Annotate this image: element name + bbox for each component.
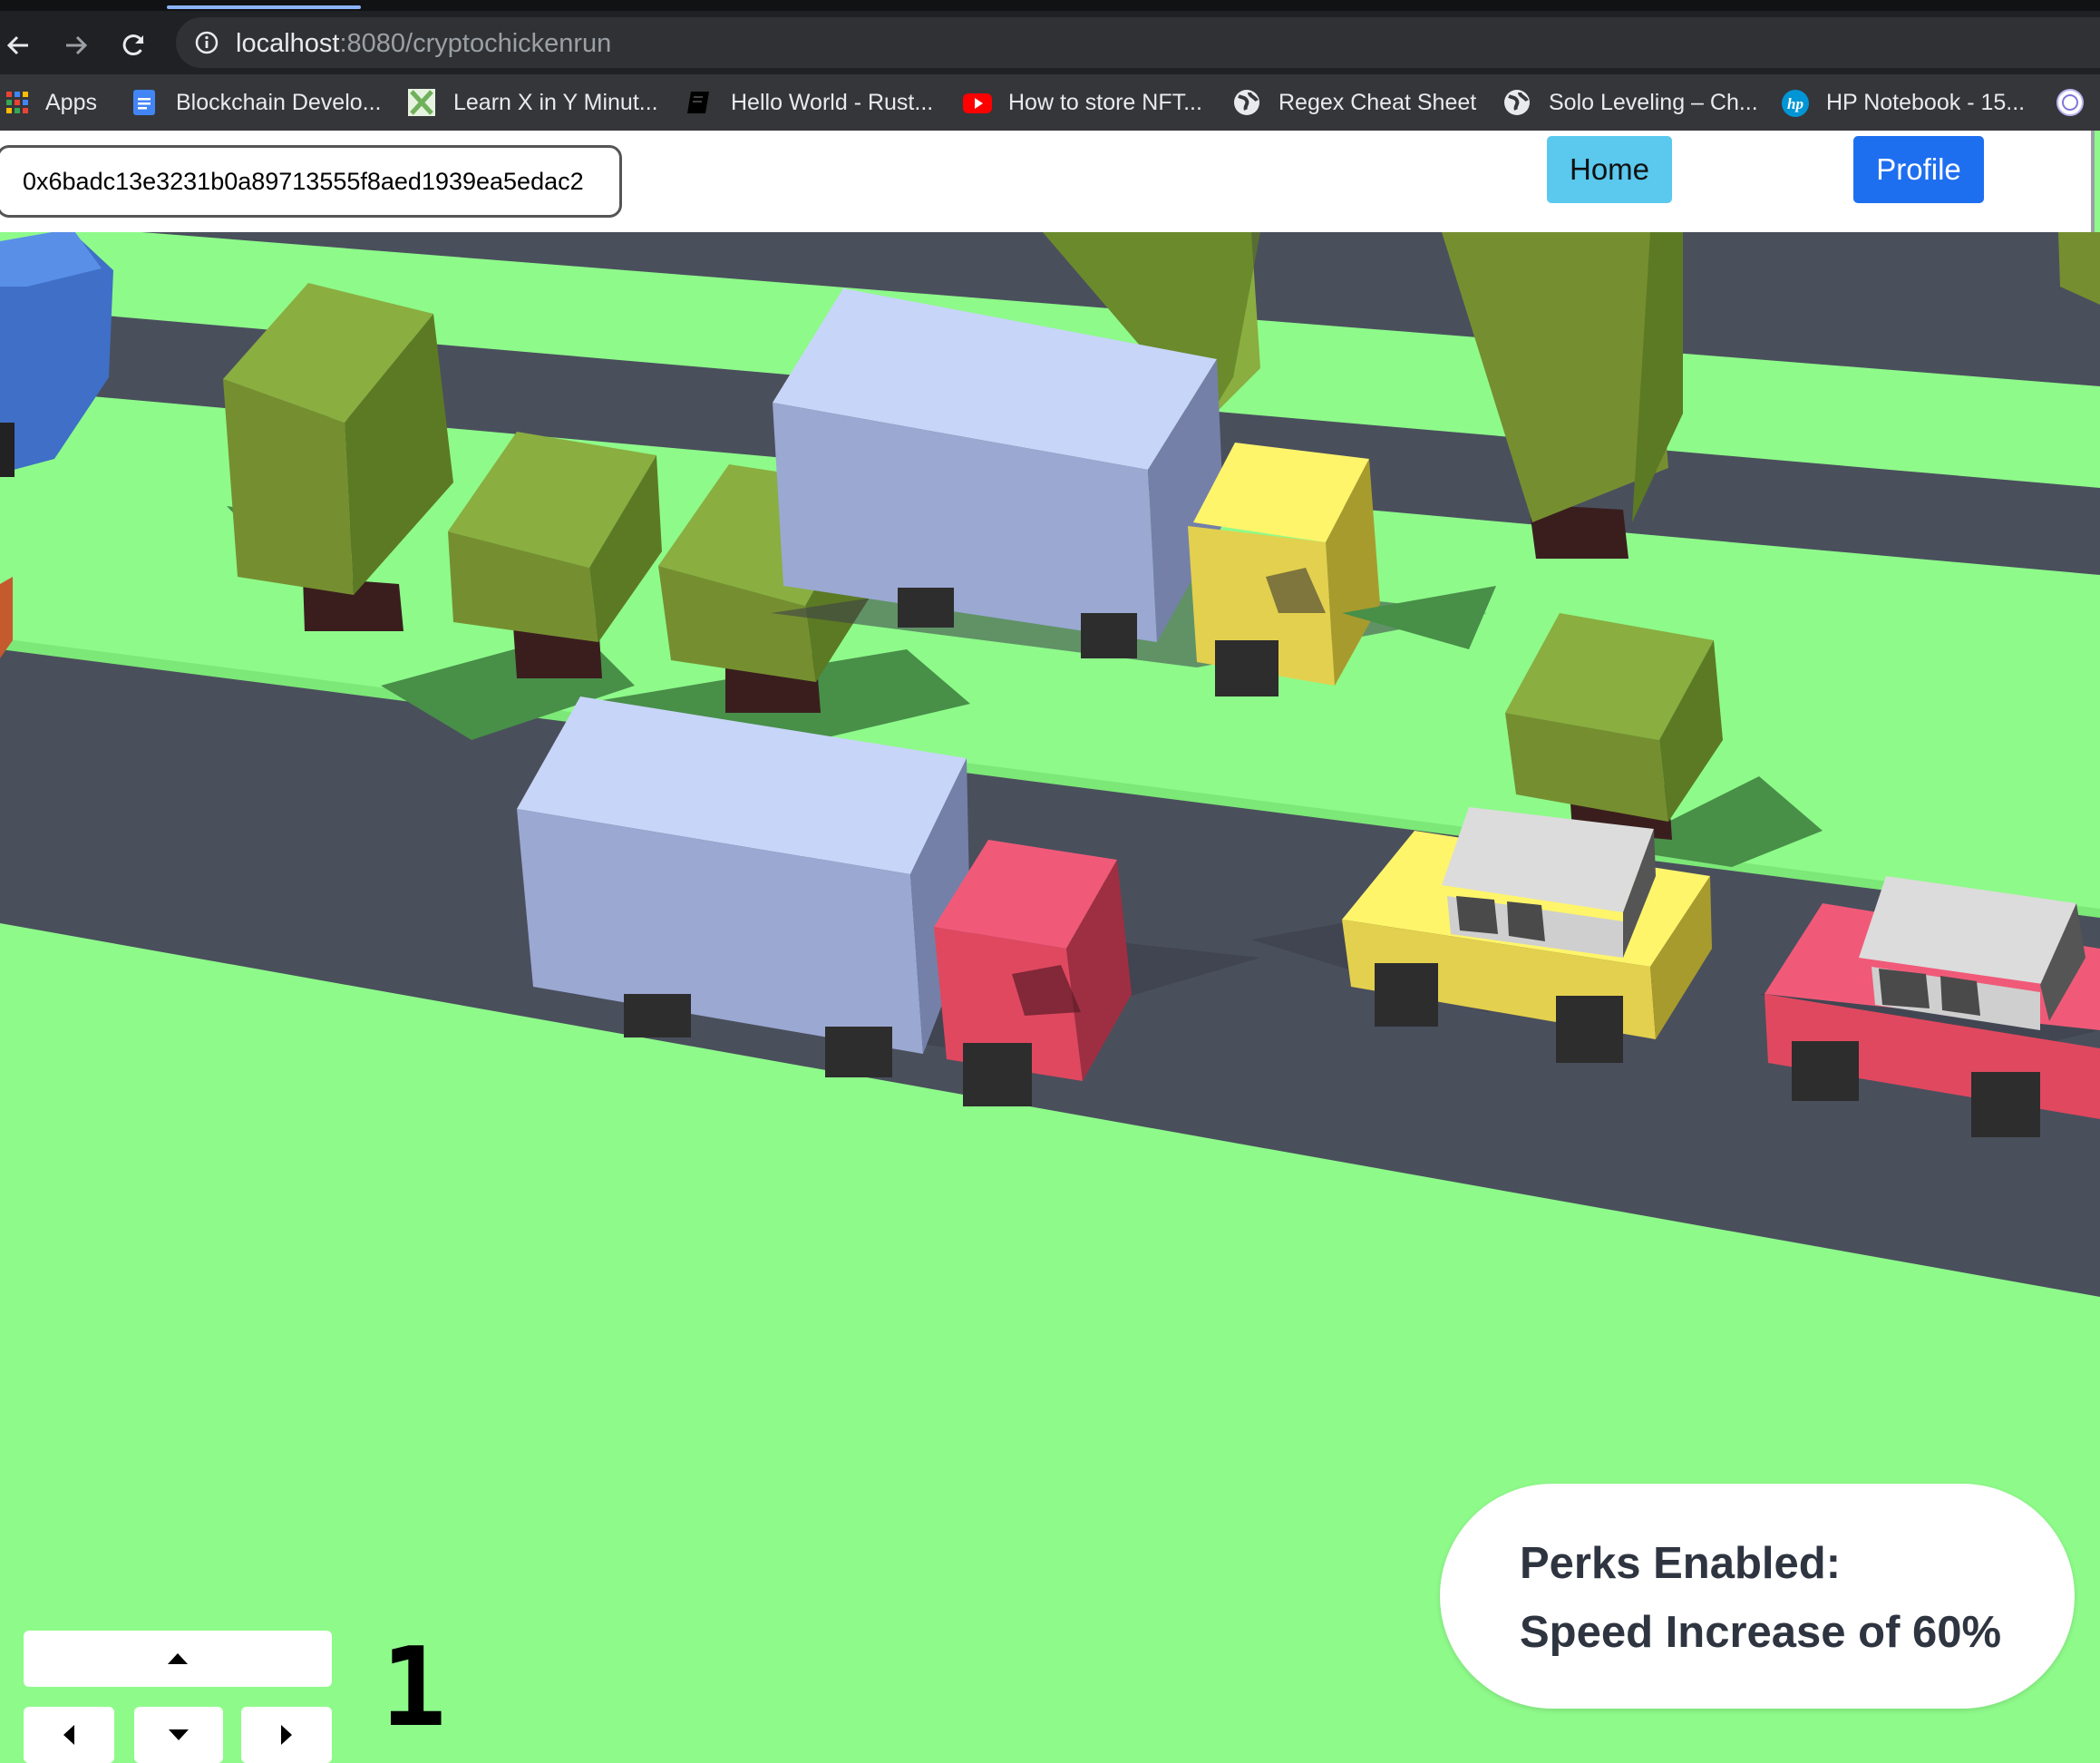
bookmark-label: Learn X in Y Minut...: [453, 89, 658, 115]
bookmark-blockchain-develo[interactable]: Blockchain Develo...: [131, 74, 382, 131]
globe-icon: [1503, 89, 1531, 116]
wallet-address-text: 0x6badc13e3231b0a89713555f8aed1939ea5eda…: [23, 167, 584, 195]
bookmark-apps[interactable]: Apps: [5, 74, 97, 131]
arrow-left-button[interactable]: [24, 1707, 114, 1763]
svg-text:hp: hp: [1787, 95, 1803, 112]
bookmark-hp-notebook[interactable]: hp HP Notebook - 15...: [1781, 74, 2025, 131]
browser-toolbar: localhost:8080/cryptochickenrun: [0, 11, 2100, 74]
bookmark-label: HP Notebook - 15...: [1826, 89, 2026, 115]
apps-grid-icon: [5, 91, 29, 114]
bookmark-learn-x-in-y[interactable]: Learn X in Y Minut...: [408, 74, 658, 131]
home-button[interactable]: Home: [1547, 136, 1672, 203]
bookmark-hello-world-rust[interactable]: Hello World - Rust...: [685, 74, 933, 131]
caret-up-icon: [168, 1653, 188, 1664]
caret-right-icon: [281, 1725, 292, 1745]
reload-icon[interactable]: [118, 29, 151, 62]
bookmark-label: Hello World - Rust...: [731, 89, 934, 115]
wallet-address-field[interactable]: 0x6badc13e3231b0a89713555f8aed1939ea5eda…: [0, 145, 622, 218]
poap-icon: [2056, 89, 2084, 116]
bookmark-solo-leveling[interactable]: Solo Leveling – Ch...: [1503, 74, 1758, 131]
arrow-right-button[interactable]: [241, 1707, 332, 1763]
bookmark-regex-cheat-sheet[interactable]: Regex Cheat Sheet: [1233, 74, 1476, 131]
youtube-icon: [963, 89, 992, 116]
learnxiny-icon: [408, 89, 435, 116]
app-navbar: 0x6badc13e3231b0a89713555f8aed1939ea5eda…: [0, 131, 2095, 232]
globe-icon: [1233, 89, 1260, 116]
caret-left-icon: [63, 1725, 74, 1745]
address-bar[interactable]: localhost:8080/cryptochickenrun: [176, 17, 2100, 68]
browser-tab-strip: [0, 0, 2100, 11]
home-button-label: Home: [1569, 152, 1650, 186]
active-tab-indicator: [167, 5, 361, 9]
bookmarks-bar: Apps Blockchain Develo... Learn X in Y M…: [0, 74, 2100, 131]
rust-book-icon: [685, 89, 713, 116]
bookmark-label: Solo Leveling – Ch...: [1549, 89, 1758, 115]
bookmark-how-to-store-nft[interactable]: How to store NFT...: [963, 74, 1202, 131]
score-counter: 1: [381, 1625, 447, 1751]
perks-detail: Speed Increase of 60%: [1520, 1608, 2002, 1657]
site-info-icon[interactable]: [194, 30, 219, 55]
caret-down-icon: [169, 1729, 189, 1740]
arrow-up-button[interactable]: [24, 1631, 332, 1687]
url-text: localhost:8080/cryptochickenrun: [236, 29, 612, 58]
hp-logo-icon: hp: [1781, 89, 1809, 117]
perks-panel: Perks Enabled: Speed Increase of 60%: [1440, 1484, 2075, 1709]
arrow-down-button[interactable]: [134, 1707, 223, 1763]
bookmark-label: Apps: [45, 89, 97, 115]
bookmark-overflow[interactable]: [2056, 74, 2084, 131]
forward-arrow-icon[interactable]: [60, 29, 92, 62]
bookmark-label: Blockchain Develo...: [176, 89, 382, 115]
bookmark-label: Regex Cheat Sheet: [1278, 89, 1477, 115]
back-arrow-icon[interactable]: [2, 29, 34, 62]
profile-button-label: Profile: [1876, 152, 1961, 186]
profile-button[interactable]: Profile: [1853, 136, 1984, 203]
google-docs-icon: [131, 89, 158, 116]
page-border: [2091, 131, 2095, 232]
bookmark-label: How to store NFT...: [1008, 89, 1202, 115]
perks-title: Perks Enabled:: [1520, 1539, 1842, 1588]
